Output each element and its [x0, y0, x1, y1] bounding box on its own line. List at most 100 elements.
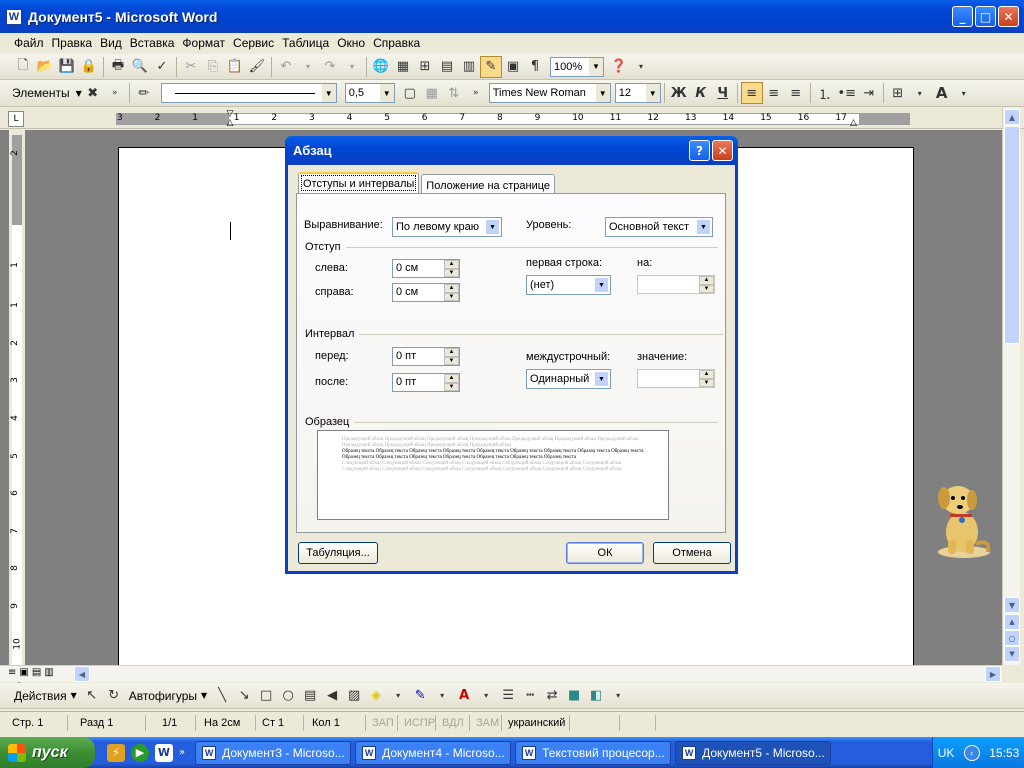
eraser-icon[interactable]: ✖: [82, 82, 104, 104]
before-spinner[interactable]: ▲ ▼: [444, 348, 459, 365]
spin-up-icon[interactable]: ▲: [699, 370, 714, 379]
more-buttons-icon[interactable]: »: [104, 82, 126, 104]
quicklaunch-word-icon[interactable]: W: [155, 743, 173, 762]
previous-page-icon[interactable]: ▲: [1004, 614, 1020, 630]
line-spacing-select[interactable]: Одинарный ▼: [526, 369, 611, 389]
chevron-down-icon[interactable]: ▼: [71, 691, 77, 700]
chevron-down-icon[interactable]: ▼: [321, 84, 336, 102]
horizontal-ruler[interactable]: L 3 2 1 1 2 3 4 5 6 7 8 9 10 11 12 13 14 15 16 17 ▽ △ △: [0, 108, 1024, 129]
status-ext[interactable]: ВДЛ: [436, 714, 470, 731]
numbering-icon[interactable]: ⒈: [814, 82, 836, 104]
toolbar-options-icon[interactable]: ▾: [607, 685, 629, 707]
vertical-scrollbar[interactable]: ▲ ▼ ▲ ○ ▼: [1002, 108, 1020, 665]
menu-help[interactable]: Справка: [373, 36, 420, 50]
line-icon[interactable]: ╲: [211, 685, 233, 707]
menu-format[interactable]: Формат: [182, 36, 225, 50]
font-size-combo[interactable]: 12 ▼: [614, 83, 661, 103]
arrow-icon[interactable]: ↘: [233, 685, 255, 707]
chevron-down-icon[interactable]: ▼: [201, 691, 207, 700]
borders-icon[interactable]: ⊞: [887, 82, 909, 104]
spin-up-icon[interactable]: ▲: [699, 276, 714, 285]
show-formatting-icon[interactable]: ¶: [524, 56, 546, 78]
cancel-button[interactable]: Отмена: [653, 542, 731, 564]
toolbar-options-icon[interactable]: ▾: [953, 82, 975, 104]
scroll-up-button[interactable]: ▲: [1004, 109, 1020, 125]
word-app-icon[interactable]: W: [6, 8, 22, 25]
scroll-down-button[interactable]: ▼: [1004, 597, 1020, 613]
help-icon[interactable]: ?: [689, 140, 710, 161]
menu-view[interactable]: Вид: [100, 36, 122, 50]
spin-down-icon[interactable]: ▼: [444, 268, 459, 277]
font-color-icon[interactable]: A: [453, 685, 475, 707]
indent-marker-icon[interactable]: ▽ △: [225, 110, 235, 128]
tab-selector[interactable]: L: [8, 111, 24, 127]
quicklaunch-player-icon[interactable]: ▶: [131, 743, 149, 762]
redo-dropdown-icon[interactable]: ▾: [341, 56, 363, 78]
paste-icon[interactable]: 📋: [224, 56, 246, 78]
menu-window[interactable]: Окно: [337, 36, 365, 50]
scroll-left-button[interactable]: ◀: [74, 666, 90, 682]
close-icon[interactable]: ✕: [712, 140, 733, 161]
zoom-combo[interactable]: 100% ▼: [550, 56, 604, 77]
chevron-down-icon[interactable]: ▼: [645, 84, 660, 102]
menu-tools[interactable]: Сервис: [233, 36, 274, 50]
insert-table-icon[interactable]: ⊞: [414, 56, 436, 78]
spin-up-icon[interactable]: ▲: [444, 374, 459, 383]
chevron-down-icon[interactable]: ▼: [595, 84, 610, 102]
chevron-down-icon[interactable]: ▼: [594, 277, 609, 293]
tables-borders-icon[interactable]: ▦: [392, 56, 414, 78]
italic-button[interactable]: К: [690, 82, 712, 104]
vertical-ruler[interactable]: 211234567891011: [9, 130, 25, 687]
left-indent-spinner[interactable]: ▲ ▼: [444, 260, 459, 277]
copy-icon[interactable]: ⎘: [202, 56, 224, 78]
print-icon[interactable]: 🖶: [107, 56, 129, 78]
right-indent-marker-icon[interactable]: △: [850, 118, 857, 128]
spin-down-icon[interactable]: ▼: [444, 292, 459, 301]
undo-icon[interactable]: ↶: [275, 56, 297, 78]
start-button[interactable]: пуск: [0, 737, 95, 768]
right-indent-field[interactable]: 0 см ▲ ▼: [392, 283, 460, 302]
fill-color-icon[interactable]: ◈: [365, 685, 387, 707]
chevron-down-icon[interactable]: ▼: [696, 219, 711, 235]
right-indent-spinner[interactable]: ▲ ▼: [444, 284, 459, 301]
justify-icon[interactable]: ≡: [785, 82, 807, 104]
select-objects-icon[interactable]: ↖: [81, 685, 103, 707]
oval-icon[interactable]: ○: [277, 685, 299, 707]
by-spinner[interactable]: ▲ ▼: [699, 276, 714, 293]
task-document4[interactable]: W Документ4 - Microso...: [355, 740, 512, 765]
hyperlink-icon[interactable]: 🌐: [370, 56, 392, 78]
open-icon[interactable]: 📂: [34, 56, 56, 78]
border-color-icon[interactable]: ▢: [399, 82, 421, 104]
shadow-icon[interactable]: ■: [563, 685, 585, 707]
spelling-icon[interactable]: ✓: [151, 56, 173, 78]
view-buttons[interactable]: ≡▣▤▥: [8, 667, 57, 678]
quicklaunch-winamp-icon[interactable]: ⚡: [107, 743, 125, 762]
pencil-icon[interactable]: ✏: [133, 82, 155, 104]
horizontal-scrollbar[interactable]: ≡▣▤▥ ◀ ▶: [0, 665, 1002, 682]
chevron-down-icon[interactable]: ▾: [909, 82, 931, 104]
chevron-down-icon[interactable]: ▼: [485, 219, 500, 235]
rotate-icon[interactable]: ↻: [103, 685, 125, 707]
minimize-button[interactable]: _: [952, 6, 973, 27]
new-document-icon[interactable]: 🗋: [12, 56, 34, 78]
tab-indents-spacing[interactable]: Отступы и интервалы: [298, 172, 420, 194]
at-spinner[interactable]: ▲ ▼: [699, 370, 714, 387]
alignment-select[interactable]: По левому краю ▼: [392, 217, 502, 237]
at-field[interactable]: ▲ ▼: [637, 369, 715, 388]
redo-icon[interactable]: ↷: [319, 56, 341, 78]
chevron-down-icon[interactable]: ▾: [387, 685, 409, 707]
menu-insert[interactable]: Вставка: [130, 36, 175, 50]
line-weight-combo[interactable]: 0,5 ▼: [344, 83, 395, 103]
left-indent-field[interactable]: 0 см ▲ ▼: [392, 259, 460, 278]
level-select[interactable]: Основной текст ▼: [605, 217, 713, 237]
tray-expand-icon[interactable]: ‹: [963, 744, 980, 761]
status-trk[interactable]: ИСПР: [398, 714, 436, 731]
ruler-track[interactable]: 3 2 1 1 2 3 4 5 6 7 8 9 10 11 12 13 14 15 16 17: [116, 113, 910, 125]
wordart-icon[interactable]: ◀: [321, 685, 343, 707]
close-button[interactable]: ✕: [998, 6, 1019, 27]
spin-down-icon[interactable]: ▼: [699, 284, 714, 293]
save-icon[interactable]: 💾: [56, 56, 78, 78]
menu-file[interactable]: Файл: [14, 36, 44, 50]
by-field[interactable]: ▲ ▼: [637, 275, 715, 294]
line-style-icon[interactable]: ☰: [497, 685, 519, 707]
